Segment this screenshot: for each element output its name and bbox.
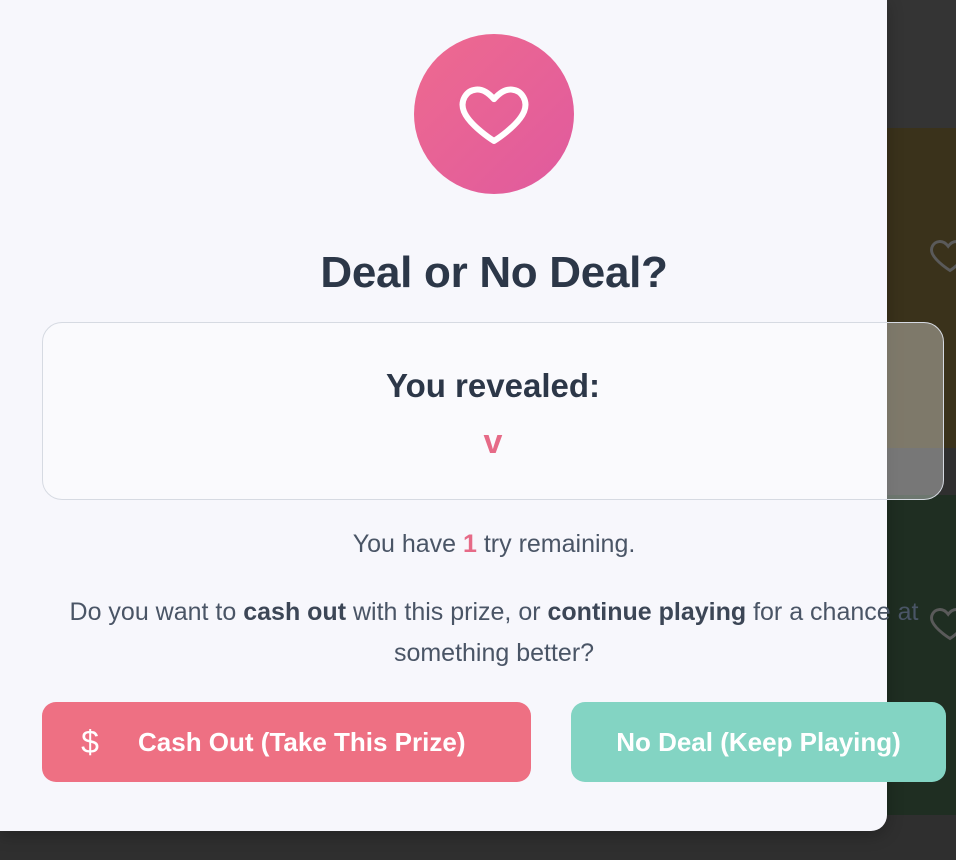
- cash-out-label: Cash Out (Take This Prize): [138, 726, 466, 757]
- hero-badge: [414, 34, 574, 194]
- question-part-1: Do you want to: [69, 598, 237, 626]
- tries-prefix: You have: [352, 530, 457, 558]
- modal-title: Deal or No Deal?: [320, 248, 668, 297]
- dollar-icon: $: [81, 723, 99, 760]
- no-deal-label: No Deal (Keep Playing): [616, 726, 901, 757]
- decision-question: Do you want to cash out with this prize,…: [50, 592, 938, 674]
- reveal-label: You revealed:: [386, 367, 600, 404]
- revealed-prize: v: [483, 423, 503, 461]
- cash-out-button[interactable]: $ Cash Out (Take This Prize): [42, 702, 531, 782]
- tries-suffix: try remaining.: [483, 530, 636, 558]
- no-deal-button[interactable]: No Deal (Keep Playing): [571, 702, 946, 782]
- tries-count: 1: [463, 530, 477, 558]
- question-bold-continue: continue playing: [547, 598, 747, 626]
- question-bold-cash-out: cash out: [243, 598, 347, 626]
- heart-icon: [459, 86, 529, 144]
- reveal-panel: You revealed: v: [42, 322, 944, 500]
- question-part-2: with this prize, or: [352, 598, 541, 626]
- tries-remaining-text: You have 1 try remaining.: [0, 530, 956, 559]
